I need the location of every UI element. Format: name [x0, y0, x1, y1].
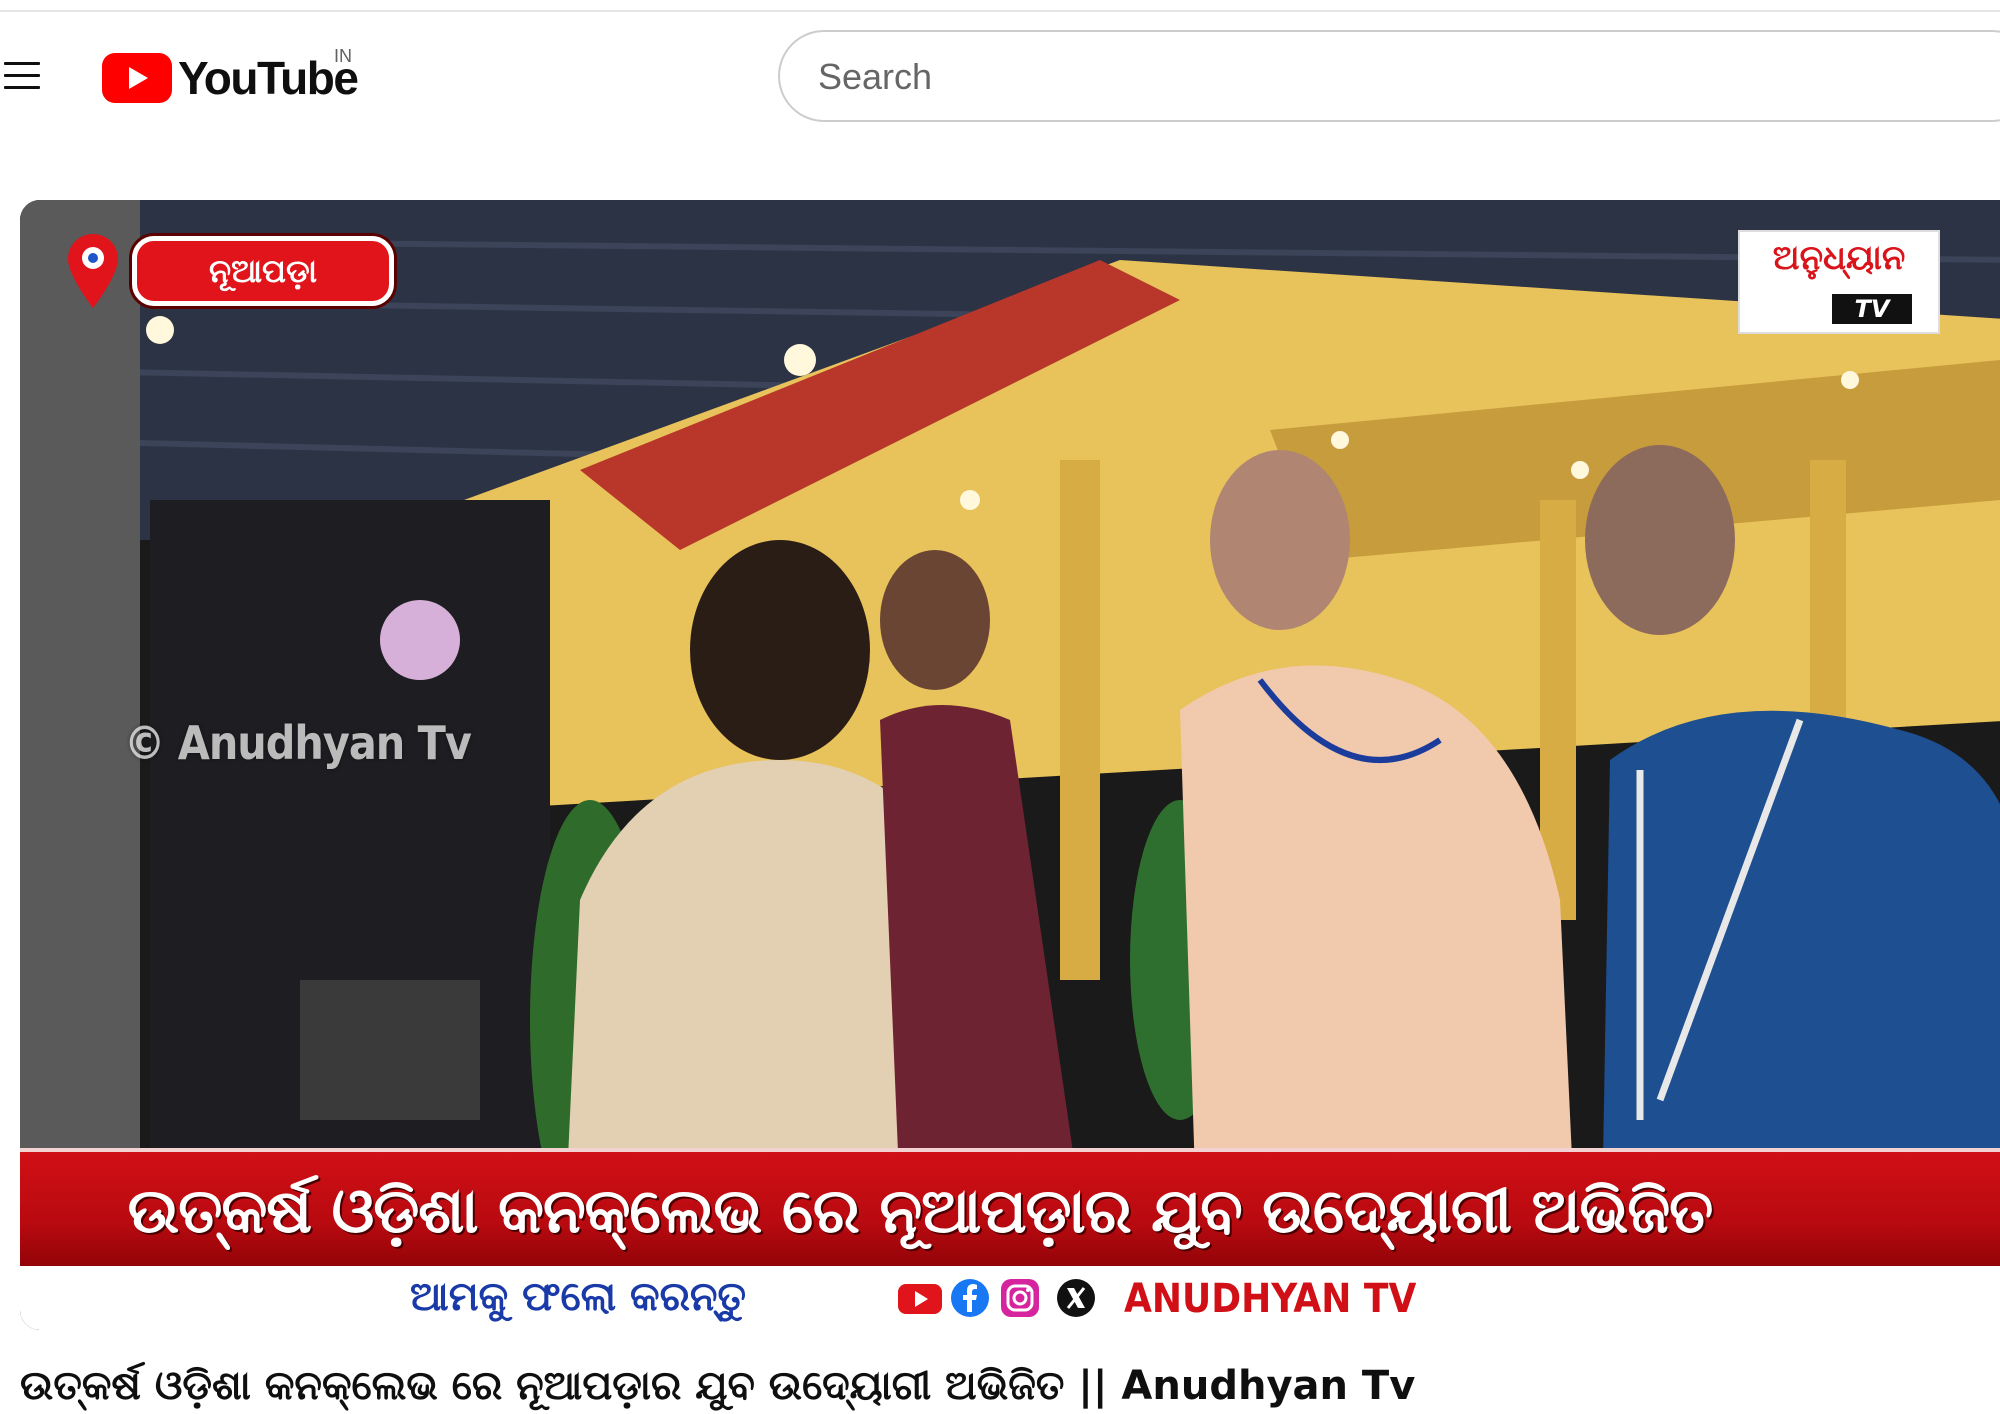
country-code: IN [334, 46, 352, 66]
logo-wordmark: YouTube [178, 52, 359, 104]
x-icon [1057, 1279, 1095, 1317]
facebook-icon [951, 1279, 989, 1317]
youtube-play-icon [102, 53, 172, 103]
hamburger-menu-icon[interactable] [0, 54, 44, 98]
top-divider [0, 10, 2000, 12]
channel-logo: ଅନୁଧ୍ୟାନ TV [1738, 230, 1940, 334]
channel-logo-text: ଅନୁଧ୍ୟାନ [1772, 238, 1906, 278]
channel-logo-tv: TV [1832, 294, 1912, 324]
instagram-icon [1001, 1279, 1039, 1317]
follow-text: ଆମକୁ ଫଲୋ କରନ୍ତୁ [410, 1274, 746, 1320]
video-player[interactable]: ନୂଆପଡ଼ା ଅନୁଧ୍ୟାନ TV © Anudhyan Tv ଉତ୍କର୍… [20, 200, 2000, 1330]
brand-handle: ANUDHYAN TV [1124, 1276, 1417, 1322]
search-input[interactable] [816, 32, 1920, 122]
location-tag: ନୂଆପଡ଼ା [132, 236, 394, 306]
youtube-icon [898, 1284, 942, 1314]
video-title: ଉତ୍କର୍ଷ ଓଡ଼ିଶା କନକ୍ଲେଭ ରେ ନୂଆପଡ଼ାର ଯୁବ ଉ… [20, 1363, 1416, 1409]
headline-text: ଉତ୍କର୍ଷ ଓଡ଼ିଶା କନକ୍ଲେଭ ରେ ନୂଆପଡ଼ାର ଯୁବ ଉ… [127, 1174, 1714, 1247]
watermark: © Anudhyan Tv [124, 716, 472, 770]
search-box[interactable] [778, 30, 2000, 122]
headline-banner: ଉତ୍କର୍ଷ ଓଡ଼ିଶା କନକ୍ଲେଭ ରେ ନୂଆପଡ଼ାର ଯୁବ ଉ… [20, 1148, 2000, 1270]
follow-banner: ଆମକୁ ଫଲୋ କରନ୍ତୁ ANUDHYAN TV [20, 1266, 2000, 1330]
youtube-logo[interactable]: YouTube [102, 52, 359, 104]
location-pin-icon [68, 234, 118, 308]
